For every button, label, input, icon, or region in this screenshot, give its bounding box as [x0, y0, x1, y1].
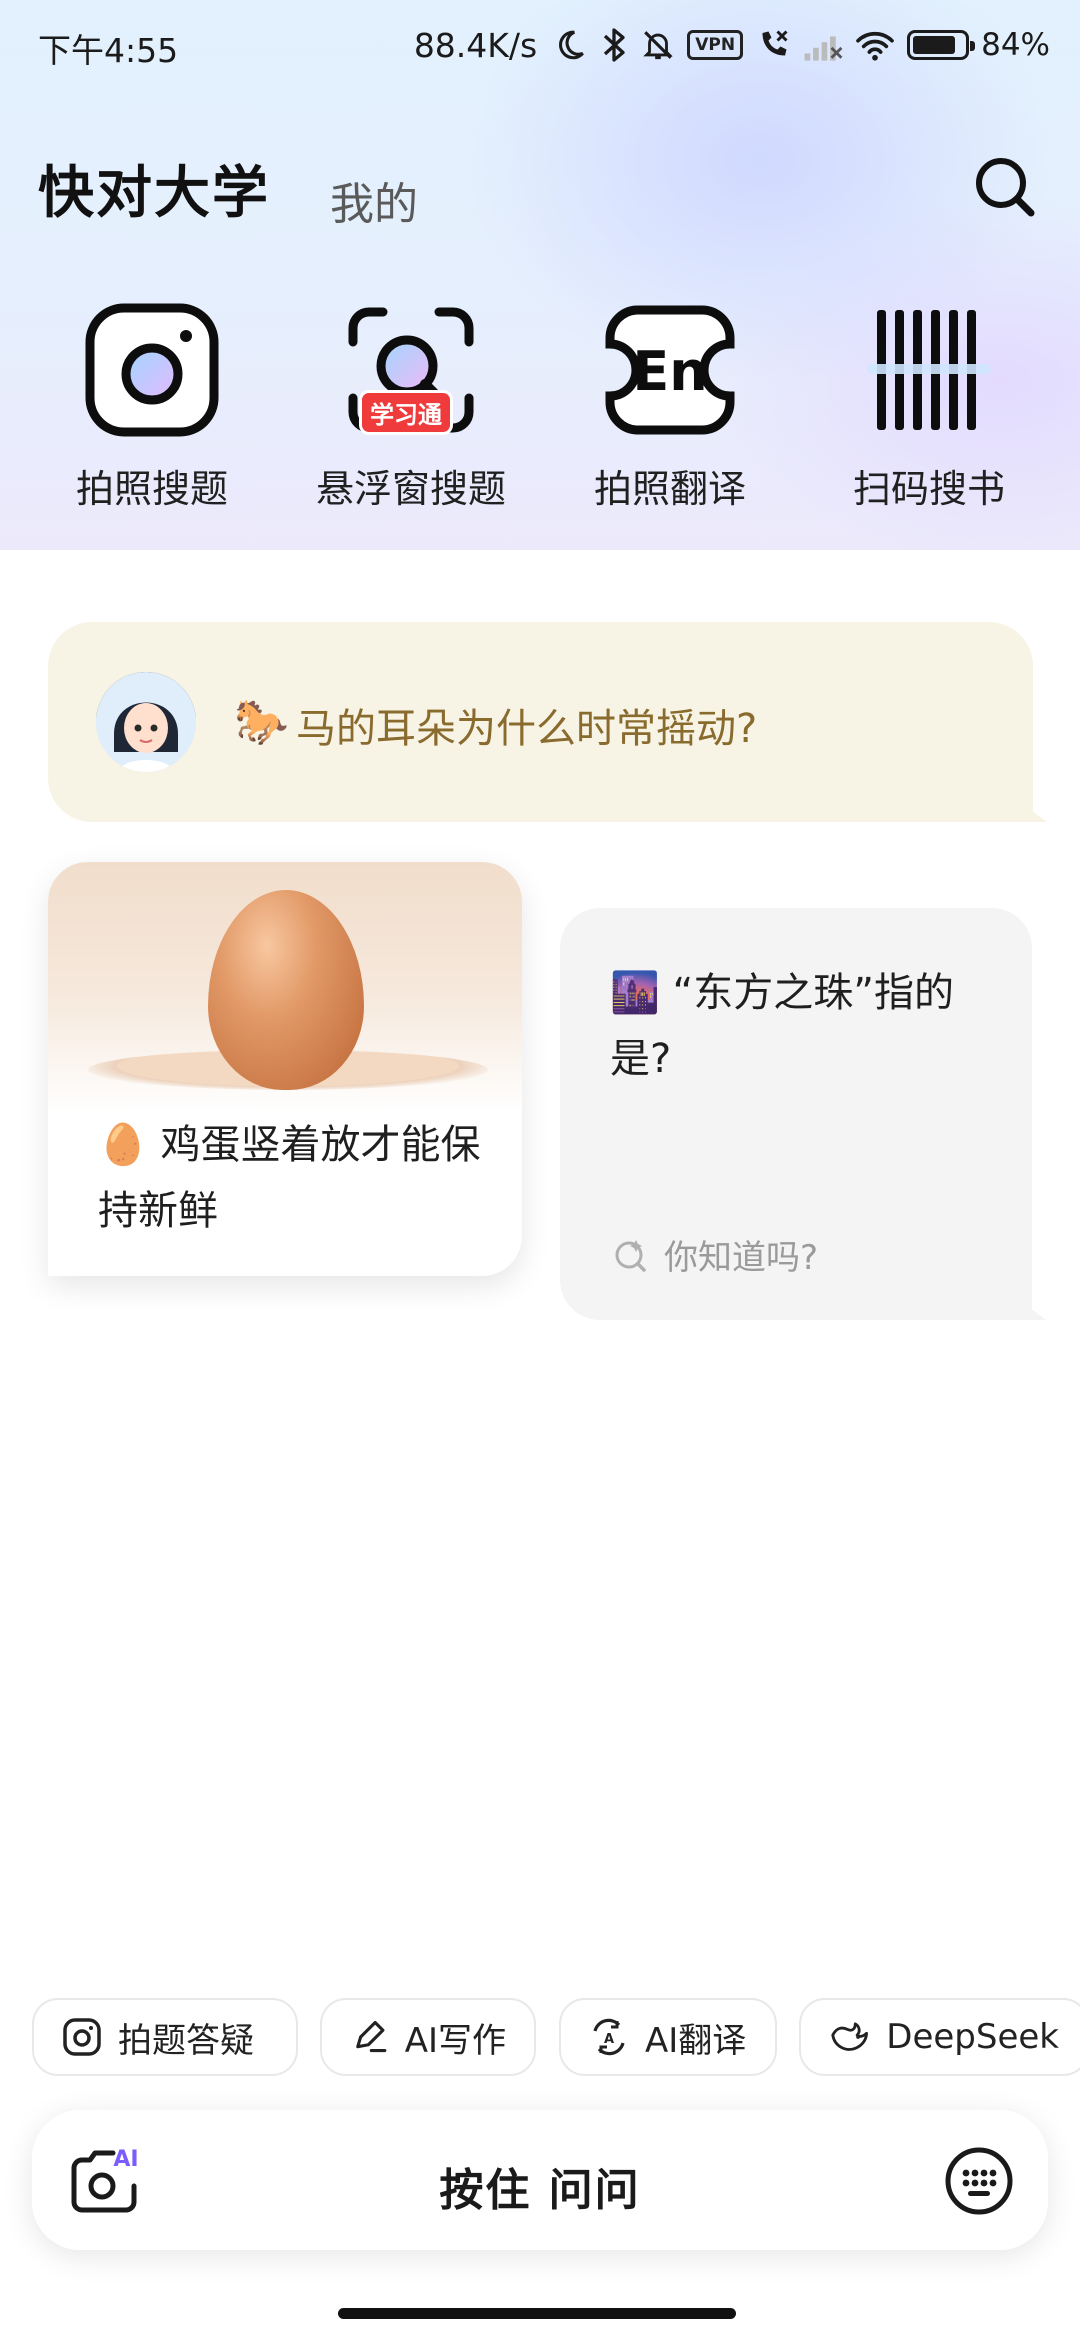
sparkle-search-icon [615, 1239, 646, 1272]
study-badge: 学习通 [359, 390, 453, 435]
tool-label: 悬浮窗搜题 [315, 467, 506, 511]
keyboard-icon[interactable] [944, 2146, 1014, 2216]
tool-float-search[interactable]: 学习通 悬浮窗搜题 [281, 290, 541, 520]
mute-bell-icon [641, 27, 675, 63]
bluetooth-icon [599, 27, 629, 63]
tool-label: 扫码搜书 [852, 467, 1005, 511]
quick-actions: 拍题答疑 AI写作 A AI翻译 DeepSeek [32, 1998, 1080, 2078]
chip-deepseek[interactable]: DeepSeek [799, 1998, 1080, 2076]
camera-icon [80, 298, 224, 442]
page-title[interactable]: 快对大学 [38, 148, 270, 229]
horse-emoji: 🐎 [234, 697, 289, 748]
status-time: 下午4:55 [38, 31, 179, 70]
tool-label: 拍照翻译 [593, 467, 746, 511]
tool-scan-book[interactable]: 扫码搜书 [799, 290, 1059, 520]
battery-percent: 84% [981, 27, 1050, 63]
chip-label: AI翻译 [645, 2020, 747, 2061]
hold-to-ask-button[interactable]: 按住 问问 [32, 2154, 1048, 2218]
call-missed-icon [755, 27, 791, 63]
tool-grid: 拍照搜题 学习通 悬浮窗搜题 En 拍照翻译 扫码搜书 [0, 290, 1080, 520]
question-text: 马的耳朵为什么时常摇动? [296, 706, 758, 752]
chip-ai-translate[interactable]: A AI翻译 [559, 1998, 777, 2076]
chip-label: DeepSeek [886, 2017, 1059, 2057]
question-card-horse[interactable]: 🐎 马的耳朵为什么时常摇动? [48, 622, 1033, 822]
egg [208, 890, 364, 1090]
vpn-icon: VPN [687, 30, 744, 60]
tab-mine[interactable]: 我的 [330, 168, 418, 232]
question-card-egg[interactable]: 🥚 鸡蛋竖着放才能保持新鲜 [48, 862, 522, 1276]
signal-icon [803, 28, 843, 62]
pen-icon [356, 2020, 387, 2053]
translate-icon: A [593, 2018, 625, 2056]
did-you-know: 你知道吗? [612, 1230, 818, 1279]
pearl-text: “东方之珠”指的是? [610, 970, 954, 1082]
question-card-pearl[interactable]: 🌆 “东方之珠”指的是? 你知道吗? [560, 908, 1032, 1320]
whale-icon [831, 2022, 868, 2051]
question-text: 🌆 “东方之珠”指的是? [610, 960, 1000, 1092]
svg-text:En: En [632, 340, 707, 403]
moon-icon [553, 28, 587, 62]
tip-text: 你知道吗? [664, 1238, 819, 1278]
wifi-icon [855, 28, 895, 62]
chip-label: 拍题答疑 [118, 2020, 254, 2061]
home-indicator[interactable] [338, 2308, 736, 2319]
status-bar: 下午4:55 88.4K/s VPN 84% [0, 0, 1080, 92]
avatar [96, 672, 196, 772]
egg-text: 鸡蛋竖着放才能保持新鲜 [98, 1122, 481, 1234]
egg-emoji: 🥚 [98, 1122, 148, 1168]
translate-en-icon: En [598, 298, 742, 442]
chip-label: AI写作 [404, 2020, 506, 2061]
chip-ai-writing[interactable]: AI写作 [320, 1998, 536, 2076]
chip-photo-answer[interactable]: 拍题答疑 [32, 1998, 298, 2076]
tool-photo-search[interactable]: 拍照搜题 [22, 290, 282, 520]
egg-image [48, 862, 522, 1112]
svg-text:A: A [604, 2032, 614, 2047]
status-icons: 88.4K/s VPN 84% [414, 20, 1050, 70]
network-speed: 88.4K/s [413, 25, 538, 65]
city-emoji: 🌆 [610, 970, 660, 1016]
ask-bar: AI 按住 问问 [32, 2110, 1048, 2250]
barcode-icon [857, 298, 1001, 442]
tool-photo-translate[interactable]: En 拍照翻译 [540, 290, 800, 520]
tool-label: 拍照搜题 [75, 467, 228, 511]
camera-icon [63, 2018, 101, 2056]
search-icon[interactable] [970, 152, 1040, 222]
battery-icon [907, 30, 976, 60]
question-text: 🥚 鸡蛋竖着放才能保持新鲜 [98, 1112, 508, 1244]
